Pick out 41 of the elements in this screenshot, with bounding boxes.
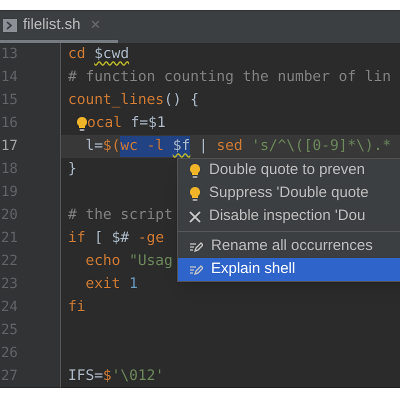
code-text: echo [84, 252, 122, 271]
code-text: [ $# [93, 228, 130, 248]
code-text: () { [164, 90, 199, 110]
code-text: 's/^\([0-9]*\).* [251, 136, 392, 156]
code-text: # function counting the number of lin [68, 68, 392, 87]
code-text: $cwd [94, 44, 130, 64]
code-text: count_lines [68, 90, 164, 110]
code-text: $( [102, 136, 120, 156]
code-text: | [198, 136, 209, 156]
code-text: wc -l [120, 136, 173, 158]
menu-item[interactable]: Rename all occurrences [178, 235, 400, 258]
lightbulb-icon[interactable] [189, 162, 201, 178]
menu-item[interactable]: Suppress 'Double quote [178, 182, 400, 205]
code-text: -ge [138, 228, 164, 248]
menu-item[interactable]: Explain shell [178, 258, 400, 281]
code-text: $ [102, 366, 112, 386]
code-text: fi [68, 298, 86, 317]
code-text: '\012' [112, 366, 164, 386]
terminal-icon [3, 18, 17, 32]
code-text: sed [216, 136, 244, 156]
edit-icon [189, 264, 203, 276]
code-text: 1 [129, 274, 138, 294]
code-text: "Usag [129, 252, 173, 271]
code-text: $f [172, 136, 190, 158]
code-text: f=$1 [130, 114, 166, 133]
edit-icon [189, 240, 203, 252]
code-text: if [68, 228, 86, 248]
code-text: exit [84, 274, 122, 294]
code-text: cd [68, 44, 86, 64]
tab-title: filelist.sh [23, 14, 81, 35]
code-text: } [68, 160, 77, 179]
close-icon [189, 210, 201, 222]
lightbulb-icon[interactable] [189, 186, 201, 202]
code-text: IFS= [68, 366, 103, 386]
lightbulb-icon[interactable] [76, 116, 88, 132]
line-number: 17 [0, 137, 19, 156]
code-text: ocal [87, 114, 122, 133]
menu-item[interactable]: Disable inspection 'Dou [178, 205, 400, 228]
code-text: l= [84, 136, 103, 156]
menu-item[interactable]: Double quote to preven [178, 159, 400, 182]
code-text: # the script [68, 206, 173, 225]
